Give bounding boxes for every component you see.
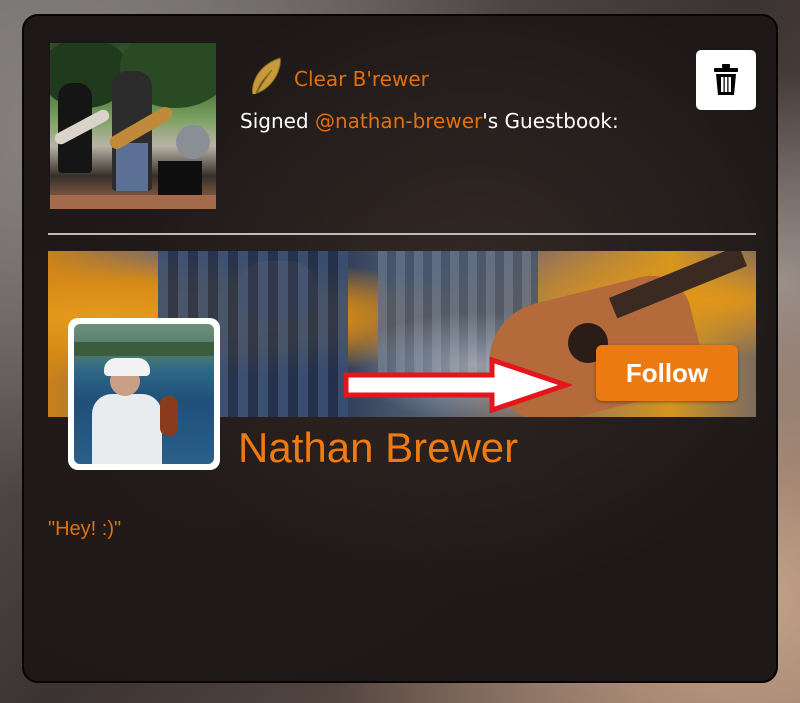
divider [48, 233, 756, 235]
follow-button[interactable]: Follow [596, 345, 738, 401]
quill-icon [240, 57, 281, 100]
profile-mention-link[interactable]: @nathan-brewer [315, 109, 482, 133]
trash-icon [714, 64, 738, 95]
signed-suffix: 's Guestbook: [482, 109, 619, 133]
signed-prefix: Signed [240, 109, 315, 133]
author-thumbnail[interactable] [50, 43, 216, 209]
delete-button[interactable] [696, 50, 756, 110]
guestbook-entry-card: Clear B'rewer Signed @nathan-brewer's Gu… [22, 14, 778, 683]
guestbook-message: "Hey! :)" [48, 518, 122, 540]
profile-avatar[interactable] [68, 318, 220, 470]
profile-name-link[interactable]: Nathan Brewer [238, 422, 518, 474]
signed-guestbook-text: Signed @nathan-brewer's Guestbook: [240, 108, 619, 134]
red-arrow-annotation [343, 356, 572, 414]
author-name-link[interactable]: Clear B'rewer [294, 66, 429, 92]
